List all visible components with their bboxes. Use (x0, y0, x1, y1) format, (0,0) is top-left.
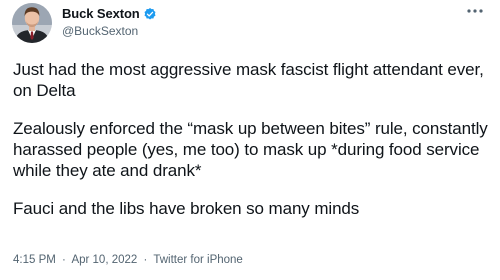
author-info: Buck Sexton @BuckSexton (62, 5, 157, 38)
author-handle[interactable]: @BuckSexton (62, 24, 157, 38)
tweet-card: Buck Sexton @BuckSexton Just had the mos… (0, 0, 500, 280)
meta-separator: · (62, 254, 66, 266)
tweet-date[interactable]: Apr 10, 2022 (71, 254, 137, 266)
meta-separator: · (143, 254, 148, 266)
tweet-time[interactable]: 4:15 PM (13, 254, 56, 266)
tweet-metadata: 4:15 PM · Apr 10, 2022 · Twitter for iPh… (13, 254, 243, 266)
author-display-name[interactable]: Buck Sexton (62, 6, 140, 21)
profile-photo (12, 3, 52, 43)
tweet-paragraph: Fauci and the libs have broken so many m… (13, 199, 360, 218)
verified-badge-icon (143, 7, 157, 21)
author-name-row: Buck Sexton (62, 5, 157, 22)
author-avatar[interactable] (12, 3, 52, 43)
more-options-icon[interactable] (464, 2, 486, 20)
tweet-text: Just had the most aggressive mask fascis… (13, 59, 493, 219)
tweet-source[interactable]: Twitter for iPhone (153, 254, 242, 266)
tweet-paragraph: Just had the most aggressive mask fascis… (13, 60, 484, 100)
tweet-paragraph: Zealously enforced the “mask up between … (13, 119, 488, 180)
